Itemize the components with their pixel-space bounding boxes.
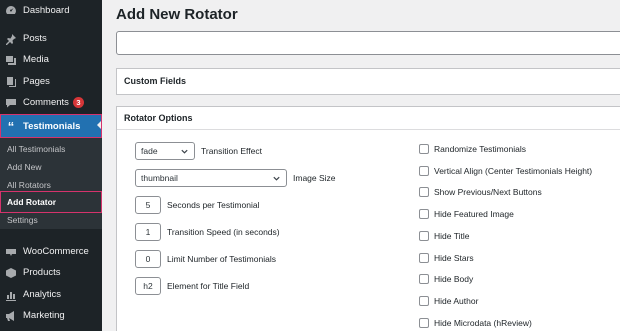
media-icon	[5, 54, 17, 66]
checkbox-label: Show Previous/Next Buttons	[434, 187, 542, 197]
element-row: h2 Element for Title Field	[135, 277, 249, 295]
sidebar-item-label: Testimonials	[23, 120, 81, 132]
limit-testimonials-input[interactable]: 0	[135, 250, 161, 268]
sidebar-item-label: Analytics	[23, 289, 62, 300]
sidebar-item-label: Products	[23, 267, 61, 278]
sidebar-item-testimonials[interactable]: “ Testimonials	[0, 115, 102, 137]
checkbox-label: Hide Body	[434, 274, 474, 284]
hide-featured-image-checkbox[interactable]	[419, 209, 429, 219]
sidebar-item-label: WooCommerce	[23, 246, 89, 257]
chevron-down-icon	[273, 176, 280, 181]
sidebar-item-media[interactable]: Media	[0, 49, 102, 70]
hide-microdata-checkbox[interactable]	[419, 318, 429, 328]
analytics-icon	[5, 289, 17, 301]
comments-icon	[5, 97, 17, 109]
sidebar-item-label: Posts	[23, 33, 47, 44]
checkbox-row-hide-featured-image[interactable]: Hide Featured Image	[419, 209, 514, 219]
transition-effect-label: Transition Effect	[201, 146, 262, 156]
checkbox-label: Hide Stars	[434, 253, 474, 263]
checkbox-row-hide-title[interactable]: Hide Title	[419, 231, 469, 241]
limit-label: Limit Number of Testimonials	[167, 254, 276, 264]
show-prev-next-checkbox[interactable]	[419, 187, 429, 197]
title-element-input[interactable]: h2	[135, 277, 161, 295]
dashboard-icon	[5, 5, 17, 17]
comments-count-badge: 3	[72, 97, 84, 108]
checkbox-row-randomize[interactable]: Randomize Testimonials	[419, 144, 526, 154]
custom-fields-box: Custom Fields	[116, 68, 620, 95]
hide-stars-checkbox[interactable]	[419, 253, 429, 263]
pin-icon	[5, 33, 17, 45]
seconds-label: Seconds per Testimonial	[167, 200, 260, 210]
checkbox-row-prev-next[interactable]: Show Previous/Next Buttons	[419, 187, 542, 197]
transition-speed-input[interactable]: 1	[135, 223, 161, 241]
vertical-align-checkbox[interactable]	[419, 166, 429, 176]
sidebar-item-label: Comments	[23, 97, 69, 108]
hide-body-checkbox[interactable]	[419, 274, 429, 284]
checkbox-row-hide-stars[interactable]: Hide Stars	[419, 253, 474, 263]
sidebar-item-label: Media	[23, 54, 49, 65]
sidebar-item-label: Dashboard	[23, 5, 70, 16]
page-title: Add New Rotator	[116, 6, 238, 23]
checkbox-label: Hide Featured Image	[434, 209, 514, 219]
submenu-item-settings[interactable]: Settings	[7, 215, 38, 225]
sidebar-item-pages[interactable]: Pages	[0, 71, 102, 92]
element-label: Element for Title Field	[167, 281, 250, 291]
testimonials-submenu: All Testimonials Add New All Rotators Ad…	[0, 137, 102, 229]
sidebar-item-marketing[interactable]: Marketing	[0, 305, 102, 326]
checkbox-row-vertical-align[interactable]: Vertical Align (Center Testimonials Heig…	[419, 166, 592, 176]
submenu-item-all-testimonials[interactable]: All Testimonials	[7, 144, 65, 154]
checkbox-label: Hide Author	[434, 296, 479, 306]
submenu-item-add-new[interactable]: Add New	[7, 162, 42, 172]
checkbox-row-hide-microdata[interactable]: Hide Microdata (hReview)	[419, 318, 532, 328]
sidebar-item-products[interactable]: Products	[0, 262, 102, 283]
randomize-checkbox[interactable]	[419, 144, 429, 154]
image-size-label: Image Size	[293, 173, 336, 183]
sidebar-item-posts[interactable]: Posts	[0, 28, 102, 49]
transition-effect-value: fade	[141, 146, 158, 156]
seconds-per-testimonial-input[interactable]: 5	[135, 196, 161, 214]
sidebar-item-woocommerce[interactable]: WooCommerce	[0, 241, 102, 262]
woocommerce-icon	[5, 246, 17, 258]
chevron-down-icon	[181, 149, 188, 154]
checkbox-label: Hide Microdata (hReview)	[434, 318, 532, 328]
sidebar-item-label: Marketing	[23, 310, 65, 321]
marketing-icon	[5, 310, 17, 322]
checkbox-row-hide-author[interactable]: Hide Author	[419, 296, 478, 306]
checkbox-row-hide-body[interactable]: Hide Body	[419, 274, 473, 284]
sidebar-item-label: Pages	[23, 76, 50, 87]
active-indicator-arrow	[97, 120, 102, 130]
image-size-value: thumbnail	[141, 173, 178, 183]
hide-title-checkbox[interactable]	[419, 231, 429, 241]
image-size-select[interactable]: thumbnail	[135, 169, 287, 187]
products-icon	[5, 267, 17, 279]
seconds-row: 5 Seconds per Testimonial	[135, 196, 259, 214]
transition-effect-row: fade Transition Effect	[135, 142, 262, 160]
admin-sidebar: Dashboard Posts Media Pages Comments 3 “…	[0, 0, 102, 331]
custom-fields-title[interactable]: Custom Fields	[124, 76, 186, 86]
rotator-options-title[interactable]: Rotator Options	[124, 113, 193, 123]
speed-label: Transition Speed (in seconds)	[167, 227, 280, 237]
pages-icon	[5, 76, 17, 88]
sidebar-item-comments[interactable]: Comments 3	[0, 92, 102, 113]
image-size-row: thumbnail Image Size	[135, 169, 336, 187]
hide-author-checkbox[interactable]	[419, 296, 429, 306]
divider	[117, 129, 620, 130]
sidebar-item-analytics[interactable]: Analytics	[0, 284, 102, 305]
transition-effect-select[interactable]: fade	[135, 142, 195, 160]
checkbox-label: Randomize Testimonials	[434, 144, 526, 154]
limit-row: 0 Limit Number of Testimonials	[135, 250, 276, 268]
checkbox-label: Hide Title	[434, 231, 470, 241]
quote-icon: “	[7, 118, 15, 134]
rotator-options-box: Rotator Options	[116, 106, 620, 331]
submenu-item-all-rotators[interactable]: All Rotators	[7, 180, 51, 190]
rotator-title-input[interactable]	[116, 31, 620, 55]
sidebar-item-dashboard[interactable]: Dashboard	[0, 0, 102, 21]
checkbox-label: Vertical Align (Center Testimonials Heig…	[434, 166, 593, 176]
speed-row: 1 Transition Speed (in seconds)	[135, 223, 280, 241]
submenu-item-add-rotator[interactable]: Add Rotator	[7, 197, 56, 207]
